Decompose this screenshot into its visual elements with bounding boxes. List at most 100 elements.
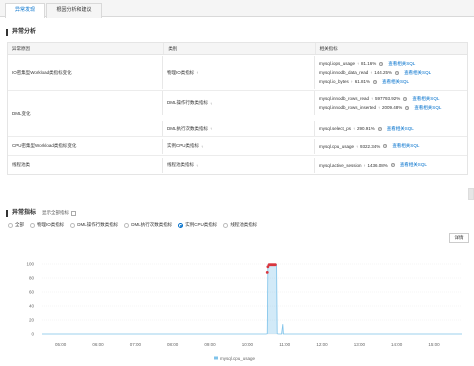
filter-label: DML操作行数类指标: [77, 222, 119, 227]
help-icon[interactable]: ?: [405, 105, 410, 110]
view-related-sql-link[interactable]: 查看相关SQL: [412, 96, 439, 102]
radio-button[interactable]: [8, 222, 13, 228]
filter-label: 全部: [15, 222, 24, 227]
metric-filter-option[interactable]: 物理IO类指标: [30, 222, 64, 228]
metric-change-value: 597793.92%: [375, 96, 401, 101]
metric-change-value: 81.16%: [361, 61, 377, 66]
y-tick-label: 40: [29, 304, 35, 309]
legend-label: mysql.cpu_usage: [220, 356, 256, 361]
metric-name: mysql.select_ps: [319, 126, 352, 131]
metric-filter-option[interactable]: DML执行次数类指标: [124, 222, 172, 228]
metric-item: mysql.iops_usage ↑ 81.16%? 查看相关SQL: [319, 59, 467, 68]
view-related-sql-link[interactable]: 查看相关SQL: [414, 105, 441, 111]
x-tick-label: 05:00: [55, 342, 67, 347]
header-category: 类别: [163, 43, 314, 54]
metric-item: mysql.io_bytes ↑ 61.81%? 查看相关SQL: [319, 77, 467, 86]
metric-filter-option[interactable]: 全部: [8, 222, 24, 228]
metric-filter-group: 全部 物理IO类指标 DML操作行数类指标 DML执行次数类指标 实例CPU类指标 线程池…: [8, 222, 263, 228]
x-tick-label: 06:00: [92, 342, 104, 347]
radio-button[interactable]: [223, 222, 229, 228]
show-all-label: 显示全部指标: [42, 210, 69, 215]
trend-up-icon: ↑: [353, 126, 356, 131]
help-icon[interactable]: ?: [379, 61, 384, 66]
related-metrics: mysql.select_ps ↑ 290.91%? 查看相关SQL: [314, 121, 467, 136]
filter-label: 线程池类指标: [230, 222, 258, 227]
metric-change-value: 290.91%: [357, 126, 375, 131]
trend-up-icon: ↑: [356, 143, 359, 149]
anomaly-metrics-title: 异常指标: [6, 210, 36, 217]
filter-label: DML执行次数类指标: [131, 222, 173, 227]
series-line: [42, 264, 462, 335]
view-related-sql-link[interactable]: 查看相关SQL: [387, 126, 414, 132]
metric-name: mysql.active_session: [319, 162, 362, 168]
anomaly-reason: DML变化: [12, 110, 31, 116]
metric-filter-option[interactable]: DML操作行数类指标: [70, 222, 118, 228]
x-tick-label: 09:00: [204, 342, 216, 347]
anomaly-reason: IO密集型Workload类指标变化: [12, 69, 72, 75]
radio-button[interactable]: [124, 222, 130, 228]
metric-change-value: 61.81%: [354, 79, 371, 84]
metric-item: mysql.cpu_usage ↑ 9322.34%? 查看相关SQL: [319, 142, 467, 151]
anomaly-reason: 线程池类: [12, 162, 30, 167]
metric-item: mysql.active_session ↑ 1436.08%? 查看相关SQL: [319, 161, 467, 170]
radio-button[interactable]: [178, 222, 184, 228]
radio-button[interactable]: [30, 222, 35, 228]
anomaly-reason: CPU密集型Workload类指标变化: [12, 143, 77, 148]
y-tick-label: 60: [29, 290, 35, 295]
view-related-sql-link[interactable]: 查看相关SQL: [400, 162, 427, 168]
table-row: IO密集型Workload类指标变化 物理IO类指标 ↑ mysql.iops_usa…: [8, 55, 467, 91]
table-row: DML变化 DML操作行数类指标 ↑ mysql.innodb_rows_read ↑ 5…: [8, 91, 467, 137]
metric-category: 物理IO类指标 ↑: [162, 56, 314, 89]
metric-category: 线程池类指标 ↑: [162, 157, 314, 173]
metric-item: mysql.innodb_rows_read ↑ 597793.92%? 查看相关SQ…: [319, 94, 467, 103]
x-tick-label: 11:00: [279, 342, 290, 347]
show-all-checkbox[interactable]: [71, 210, 76, 216]
x-tick-label: 15:00: [428, 342, 440, 347]
x-tick-label: 07:00: [130, 342, 142, 347]
view-related-sql-link[interactable]: 查看相关SQL: [388, 61, 415, 67]
help-icon[interactable]: ?: [395, 70, 400, 75]
help-icon[interactable]: ?: [373, 79, 378, 84]
x-tick-label: 14:00: [391, 342, 403, 347]
metric-category: 实例CPU类指标 ↑: [162, 138, 314, 154]
table-header: 异常原因 类别 相关指标: [8, 43, 467, 55]
category-label: 线程池类指标: [167, 162, 194, 167]
show-all-metrics[interactable]: 显示全部指标: [42, 210, 76, 216]
tab-anomaly-detection[interactable]: 异常发现: [5, 3, 45, 18]
related-metrics: mysql.innodb_rows_read ↑ 597793.92%? 查看相关SQ…: [314, 91, 467, 115]
trend-up-icon: ↑: [196, 70, 199, 75]
trend-up-icon: ↑: [378, 105, 381, 110]
metric-filter-option[interactable]: 线程池类指标: [223, 222, 257, 228]
feedback-handle[interactable]: [468, 188, 474, 200]
y-tick-label: 80: [29, 276, 35, 281]
anomaly-analysis-table: 异常原因 类别 相关指标 IO密集型Workload类指标变化 物理IO类指标 ↑ m…: [7, 42, 468, 175]
filter-label: 实例CPU类指标: [185, 222, 218, 227]
tab-root-cause-analysis[interactable]: 根因分析和建议: [46, 3, 102, 18]
radio-button[interactable]: [70, 222, 76, 228]
trend-up-icon: ↑: [210, 126, 213, 131]
metric-change-value: 2009.48%: [382, 105, 403, 110]
table-row: 线程池类 线程池类指标 ↑ mysql.active_session ↑ 1436.08%…: [8, 156, 467, 174]
view-related-sql-link[interactable]: 查看相关SQL: [404, 70, 431, 76]
metric-item: mysql.innodb_data_read ↑ 144.25%? 查看相关SQL: [319, 68, 467, 77]
metric-category: DML操作行数类指标 ↑: [162, 91, 314, 115]
metric-filter-option[interactable]: 实例CPU类指标: [178, 222, 217, 228]
metric-category: DML执行次数类指标 ↑: [162, 121, 314, 136]
trend-up-icon: ↑: [371, 96, 374, 101]
help-icon[interactable]: ?: [390, 163, 395, 167]
view-related-sql-link[interactable]: 查看相关SQL: [382, 79, 409, 85]
metric-change-value: 1436.08%: [367, 162, 388, 168]
x-tick-label: 13:00: [354, 342, 366, 347]
help-icon[interactable]: ?: [377, 126, 382, 131]
x-tick-label: 08:00: [167, 342, 179, 347]
metric-name: mysql.innodb_data_read: [319, 70, 369, 75]
y-tick-label: 100: [26, 262, 34, 267]
category-label: DML执行次数类指标: [167, 125, 209, 131]
view-related-sql-link[interactable]: 查看相关SQL: [392, 143, 419, 149]
trend-up-icon: ↑: [201, 143, 204, 149]
help-icon[interactable]: ?: [403, 96, 408, 101]
trend-up-icon: ↑: [210, 100, 213, 106]
detail-button[interactable]: 详情: [449, 233, 469, 243]
trend-up-icon: ↑: [196, 162, 198, 168]
help-icon[interactable]: ?: [383, 144, 388, 148]
